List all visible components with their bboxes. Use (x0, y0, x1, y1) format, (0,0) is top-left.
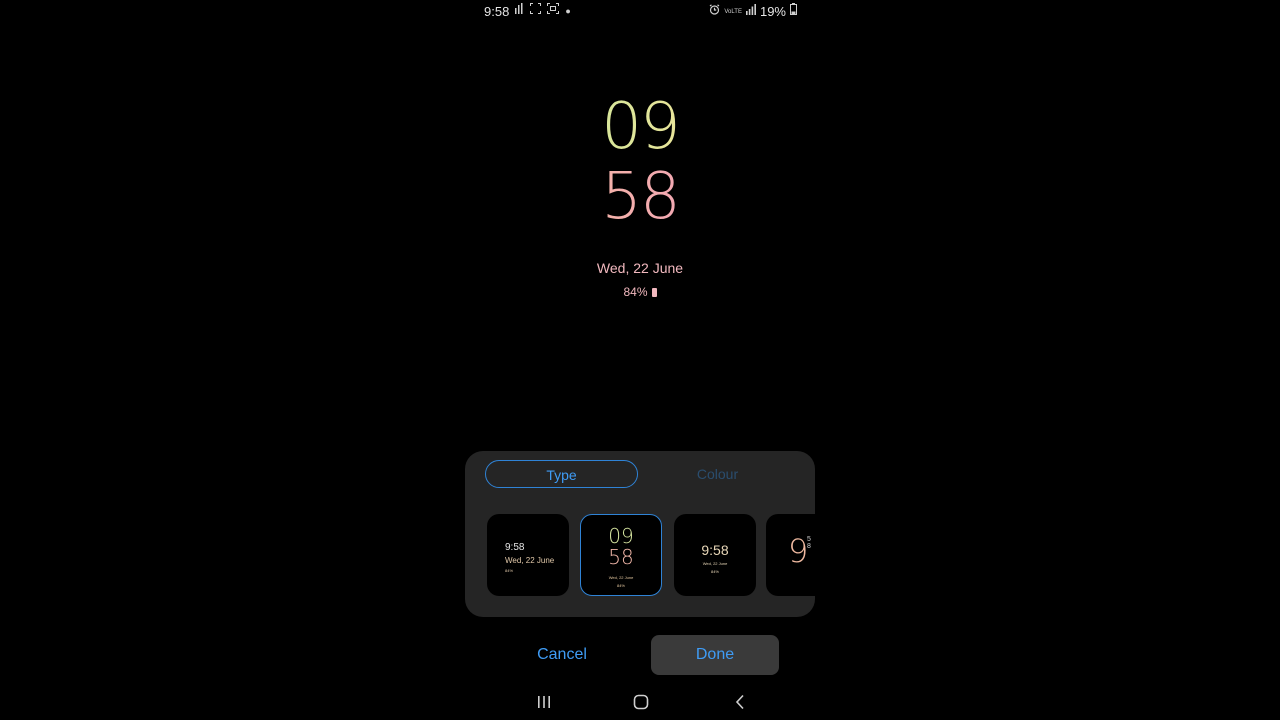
thumb-battery: 84% (710, 569, 719, 574)
thumb-big-digit: 9 (788, 532, 809, 570)
clock-hours: 09 (465, 92, 815, 162)
clock-minutes: 58 (465, 162, 815, 232)
recent-apps-icon[interactable] (529, 692, 559, 712)
phone-screen: 9:58 ● VoLTE 19% 09 58 Wed, 22 June 84% … (465, 0, 815, 720)
clock-battery: 84% (465, 285, 815, 299)
thumb-minutes: 58 (608, 545, 634, 569)
signal-activity-icon (515, 3, 524, 19)
clock-style-option-2[interactable]: 09 58 Wed, 22 June 84% (580, 514, 662, 596)
back-icon[interactable] (725, 692, 755, 712)
clock-date: Wed, 22 June (596, 260, 684, 276)
notification-dot-icon: ● (565, 6, 571, 16)
screenshot-corners-icon (530, 3, 542, 19)
clock-style-option-3[interactable]: 9:58 Wed, 22 June 84% (674, 514, 756, 596)
alarm-icon (709, 3, 720, 20)
thumb-date: Wed, 22 June (702, 561, 728, 566)
battery-icon (790, 3, 797, 20)
always-on-clock: 09 58 (465, 92, 815, 232)
thumb-date: Wed, 22 June (608, 575, 634, 580)
clock-style-panel: Type Colour 9:58 Wed, 22 June 84% 09 58 … (465, 451, 815, 617)
cancel-button[interactable]: Cancel (498, 635, 626, 675)
thumb-battery: 84% (616, 583, 625, 588)
tab-type[interactable]: Type (485, 460, 638, 488)
status-right: VoLTE 19% (709, 3, 797, 20)
clock-style-option-4[interactable]: 9 5 8 (766, 514, 815, 596)
home-icon[interactable] (626, 692, 656, 712)
status-time: 9:58 (484, 3, 510, 19)
volte-icon: VoLTE (724, 8, 742, 15)
clock-battery-percent: 84% (623, 285, 648, 299)
thumb-time: 9:58 (505, 542, 525, 553)
tab-colour[interactable]: Colour (641, 460, 794, 488)
status-left: 9:58 ● (484, 3, 571, 19)
thumb-time: 9:58 (701, 542, 729, 558)
clock-style-option-1[interactable]: 9:58 Wed, 22 June 84% (487, 514, 569, 596)
battery-glyph-icon (651, 288, 657, 297)
signal-bars-icon (745, 3, 756, 20)
screen-capture-icon (547, 3, 560, 19)
thumb-battery: 84% (505, 568, 514, 573)
done-button[interactable]: Done (651, 635, 779, 675)
thumb-date: Wed, 22 June (505, 556, 555, 565)
thumb-small-digits: 5 8 (807, 536, 811, 550)
status-battery-percent: 19% (759, 4, 786, 19)
status-bar: 9:58 ● VoLTE 19% (465, 0, 815, 22)
navigation-bar (465, 685, 815, 720)
clock-style-list[interactable]: 9:58 Wed, 22 June 84% 09 58 Wed, 22 June… (485, 514, 815, 596)
thumb-hours: 09 (608, 524, 634, 548)
